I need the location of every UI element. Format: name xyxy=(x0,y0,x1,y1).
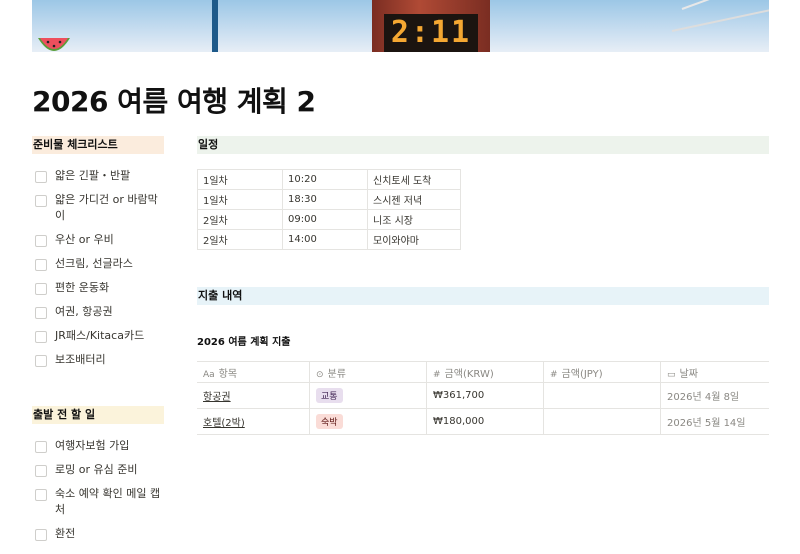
table-cell[interactable]: 14:00 xyxy=(282,229,368,250)
expenses-heading[interactable]: 지출 내역 xyxy=(197,287,769,305)
number-property-icon: # xyxy=(433,369,441,380)
checkbox[interactable] xyxy=(35,331,47,343)
table-cell[interactable]: 모이와야마 xyxy=(367,229,461,250)
checkbox[interactable] xyxy=(35,489,47,501)
table-cell[interactable]: 10:20 xyxy=(282,169,368,190)
table-row[interactable]: 2일차 09:00 니조 시장 xyxy=(197,209,461,230)
todo-item[interactable]: 선크림, 선글라스 xyxy=(32,256,164,272)
table-row[interactable]: 항공권 교통 ₩361,700 2026년 4월 8일 xyxy=(197,382,769,409)
expenses-database[interactable]: Aa 항목 ⊙ 분류 # 금액(KRW) # 금액(JPY) ▭ 날짜 항공권 교통 ₩3… xyxy=(197,361,769,435)
todo-item[interactable]: JR패스/Kitaca카드 xyxy=(32,328,164,344)
krw-cell[interactable]: ₩180,000 xyxy=(426,408,544,435)
column-header-jpy[interactable]: # 금액(JPY) xyxy=(543,361,661,383)
todo-item[interactable]: 편한 운동화 xyxy=(32,280,164,296)
checkbox[interactable] xyxy=(35,235,47,247)
cover-pole xyxy=(212,0,218,52)
table-cell[interactable]: 신치토세 도착 xyxy=(367,169,461,190)
packing-heading[interactable]: 준비물 체크리스트 xyxy=(32,136,164,154)
table-cell[interactable]: 1일차 xyxy=(197,169,283,190)
text-property-icon: Aa xyxy=(203,369,215,380)
category-tag: 교통 xyxy=(316,388,343,403)
calendar-icon: ▭ xyxy=(667,369,676,380)
page-link[interactable]: 호텔(2박) xyxy=(203,418,245,429)
table-row[interactable]: 2일차 14:00 모이와야마 xyxy=(197,229,461,250)
date-cell[interactable]: 2026년 5월 14일 xyxy=(660,408,769,435)
table-cell[interactable]: 2일차 xyxy=(197,209,283,230)
column-header-category[interactable]: ⊙ 분류 xyxy=(309,361,427,383)
todo-item[interactable]: 숙소 예약 확인 메일 캡처 xyxy=(32,486,164,518)
checkbox[interactable] xyxy=(35,529,47,541)
todo-before-heading[interactable]: 출발 전 할 일 xyxy=(32,406,164,424)
checkbox[interactable] xyxy=(35,465,47,477)
right-column: 일정 1일차 10:20 신치토세 도착 1일차 18:30 스시젠 저녁 2일… xyxy=(197,136,769,435)
table-row[interactable]: 1일차 18:30 스시젠 저녁 xyxy=(197,189,461,210)
number-property-icon: # xyxy=(550,369,558,380)
checkbox[interactable] xyxy=(35,441,47,453)
table-header-row: Aa 항목 ⊙ 분류 # 금액(KRW) # 금액(JPY) ▭ 날짜 xyxy=(197,361,769,383)
column-header-krw[interactable]: # 금액(KRW) xyxy=(426,361,544,383)
date-cell[interactable]: 2026년 4월 8일 xyxy=(660,382,769,409)
krw-cell[interactable]: ₩361,700 xyxy=(426,382,544,409)
cover-clock-display: 2:11 xyxy=(384,14,478,52)
todo-item[interactable]: 여행자보험 가입 xyxy=(32,438,164,454)
todo-item[interactable]: 여권, 항공권 xyxy=(32,304,164,320)
column-header-item[interactable]: Aa 항목 xyxy=(197,361,310,383)
checkbox[interactable] xyxy=(35,307,47,319)
page-link[interactable]: 항공권 xyxy=(203,392,231,403)
todo-item[interactable]: 보조배터리 xyxy=(32,352,164,368)
todo-item[interactable]: 얇은 긴팔・반팔 xyxy=(32,168,164,184)
todo-item[interactable]: 우산 or 우비 xyxy=(32,232,164,248)
todo-item[interactable]: 환전 xyxy=(32,526,164,542)
category-tag: 숙박 xyxy=(316,414,343,429)
category-cell[interactable]: 교통 xyxy=(309,382,427,409)
database-title[interactable]: 2026 여름 계획 지출 xyxy=(197,333,769,348)
cover-wire xyxy=(681,0,769,10)
cover-image[interactable]: 2:11 xyxy=(32,0,769,52)
category-cell[interactable]: 숙박 xyxy=(309,408,427,435)
checkbox[interactable] xyxy=(35,171,47,183)
checkbox[interactable] xyxy=(35,355,47,367)
item-cell[interactable]: 호텔(2박) xyxy=(197,408,310,435)
table-cell[interactable]: 2일차 xyxy=(197,229,283,250)
watermelon-icon[interactable] xyxy=(36,34,72,56)
jpy-cell[interactable] xyxy=(543,382,661,409)
checkbox[interactable] xyxy=(35,259,47,271)
schedule-heading[interactable]: 일정 xyxy=(197,136,769,154)
left-column: 준비물 체크리스트 얇은 긴팔・반팔 얇은 가디건 or 바람막이 우산 or … xyxy=(32,136,164,542)
schedule-table[interactable]: 1일차 10:20 신치토세 도착 1일차 18:30 스시젠 저녁 2일차 0… xyxy=(197,169,461,250)
table-cell[interactable]: 스시젠 저녁 xyxy=(367,189,461,210)
page-title[interactable]: 2026 여름 여행 계획 2 xyxy=(32,80,316,120)
table-row[interactable]: 1일차 10:20 신치토세 도착 xyxy=(197,169,461,190)
todo-item[interactable]: 로밍 or 유심 준비 xyxy=(32,462,164,478)
table-cell[interactable]: 18:30 xyxy=(282,189,368,210)
checkbox[interactable] xyxy=(35,283,47,295)
jpy-cell[interactable] xyxy=(543,408,661,435)
table-cell[interactable]: 1일차 xyxy=(197,189,283,210)
checkbox[interactable] xyxy=(35,195,47,207)
table-cell[interactable]: 09:00 xyxy=(282,209,368,230)
select-property-icon: ⊙ xyxy=(316,369,324,380)
table-cell[interactable]: 니조 시장 xyxy=(367,209,461,230)
todo-item[interactable]: 얇은 가디건 or 바람막이 xyxy=(32,192,164,224)
item-cell[interactable]: 항공권 xyxy=(197,382,310,409)
column-header-date[interactable]: ▭ 날짜 xyxy=(660,361,769,383)
table-row[interactable]: 호텔(2박) 숙박 ₩180,000 2026년 5월 14일 xyxy=(197,408,769,435)
